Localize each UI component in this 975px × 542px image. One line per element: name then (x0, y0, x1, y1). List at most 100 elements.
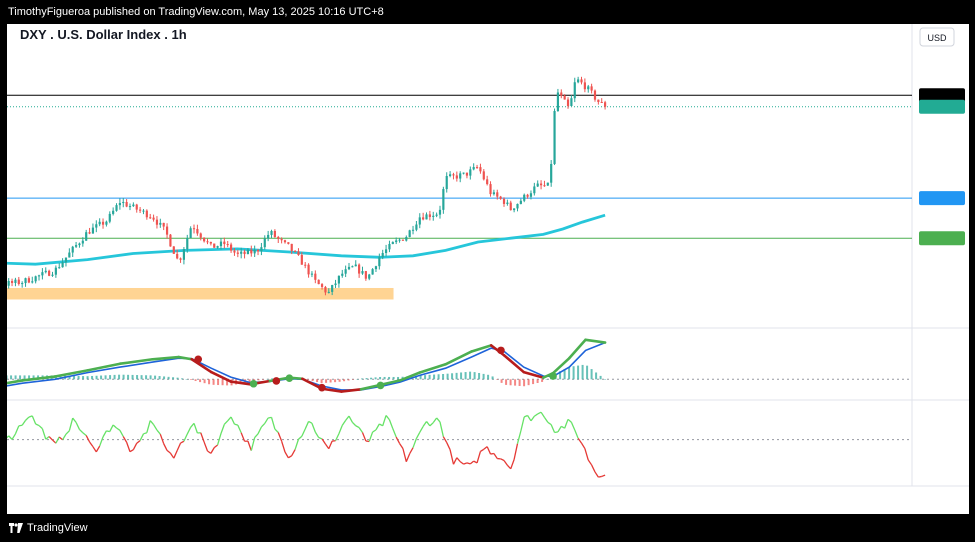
candle-body (384, 249, 388, 254)
macd-histogram-bar (257, 379, 260, 381)
candle-body (10, 280, 14, 283)
candle (384, 244, 388, 257)
candle-body (465, 172, 469, 176)
candle (213, 243, 216, 248)
candle (203, 237, 206, 243)
candle (459, 171, 462, 183)
candle-body (307, 264, 310, 275)
candle (132, 202, 135, 207)
macd-histogram-bar (388, 376, 391, 380)
candle (513, 208, 516, 213)
candle (580, 76, 583, 85)
candle-body (331, 285, 334, 292)
candle (149, 213, 152, 219)
candle-body (34, 276, 37, 282)
candle-body (388, 243, 391, 250)
macd-histogram-bar (145, 375, 148, 380)
macd-histogram-bar (262, 379, 265, 380)
oscillator-segment (591, 464, 596, 473)
macd-histogram-bar (379, 377, 382, 380)
candle-body (445, 175, 448, 190)
candle-body (529, 193, 533, 197)
oscillator-segment (294, 439, 300, 450)
candle (479, 163, 482, 174)
candle-body (560, 92, 563, 96)
macd-histogram-bar (181, 378, 184, 380)
macd-histogram-bar (604, 379, 607, 380)
candle (31, 276, 34, 284)
oscillator-segment (409, 447, 414, 455)
candle (341, 269, 344, 278)
candle-body (243, 251, 246, 255)
candle-body (213, 243, 216, 248)
pane-separators (7, 24, 969, 487)
candle (442, 186, 445, 214)
candle (519, 198, 522, 205)
candle-body (358, 264, 361, 274)
oscillator-segment (601, 474, 606, 478)
candle-body (523, 194, 526, 201)
candle (54, 265, 57, 278)
oscillator-segment (338, 425, 343, 435)
candle (267, 230, 270, 242)
macd-histogram-bar (149, 375, 152, 380)
candle-body (472, 167, 475, 170)
candle (368, 273, 371, 281)
candle-body (81, 240, 84, 244)
candle (112, 207, 115, 216)
macd-histogram-bar (167, 376, 170, 380)
oscillator-segment (429, 422, 434, 427)
candle-body (192, 228, 196, 230)
candle (283, 239, 287, 244)
candle-body (135, 204, 138, 210)
candle (192, 224, 196, 234)
candle (142, 208, 145, 215)
oscillator-segment (530, 415, 535, 422)
oscillator-segment (52, 439, 57, 444)
candle (310, 271, 314, 278)
chart-frame[interactable]: DXY . U.S. Dollar Index . 1h USD (0, 24, 969, 514)
oscillator-segment (159, 433, 165, 444)
oscillator-segment (38, 425, 43, 430)
candle (287, 242, 290, 245)
macd-histogram-bar (91, 375, 94, 380)
candle-body (337, 275, 340, 284)
candle-body (64, 257, 68, 263)
candle-body (600, 101, 603, 103)
candle (449, 171, 452, 178)
macd-histogram-bar (104, 375, 107, 380)
candle (553, 108, 556, 166)
candle (560, 89, 563, 99)
candle (364, 270, 367, 281)
candle-body (475, 167, 479, 169)
macd-histogram-bar (523, 379, 526, 387)
chart-canvas[interactable]: DXY . U.S. Dollar Index . 1h USD (0, 24, 969, 514)
candle-body (145, 210, 148, 218)
candle-body (216, 246, 219, 248)
candle-body (270, 230, 273, 235)
candle-body (300, 255, 303, 265)
candle-body (287, 242, 290, 244)
oscillator-segment (446, 442, 451, 450)
candle-body (189, 228, 192, 238)
oscillator-segment (230, 416, 236, 425)
macd-histogram-bar (424, 375, 427, 380)
candle (391, 241, 394, 245)
candle-body (489, 184, 492, 195)
publish-bar: TimothyFigueroa published on TradingView… (0, 0, 975, 24)
oscillator-segment (385, 415, 390, 421)
candle (10, 278, 14, 287)
currency-button[interactable]: USD (919, 27, 955, 47)
macd-histogram-bar (442, 374, 445, 380)
candle-body (539, 183, 543, 186)
macd-histogram-bar (100, 375, 103, 380)
oscillator-segment (31, 415, 37, 425)
oscillator-segment (520, 416, 525, 432)
oscillator-segment (153, 424, 158, 431)
candle (405, 235, 408, 242)
macd-histogram-bar (536, 379, 539, 383)
oscillator-segment (570, 422, 576, 431)
macd-histogram-bar (514, 379, 517, 386)
oscillator-segment (247, 440, 252, 451)
candle-body (438, 209, 442, 215)
